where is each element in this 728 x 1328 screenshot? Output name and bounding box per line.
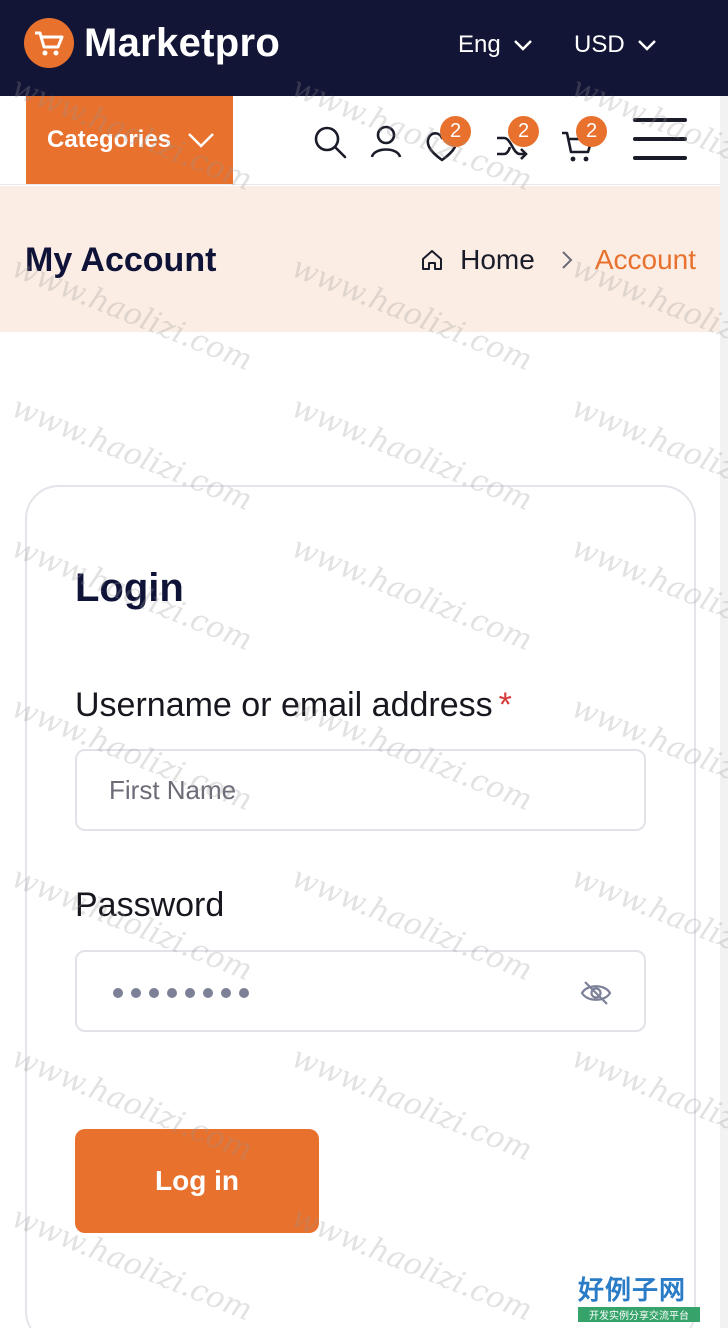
cart-count-badge: 2 — [576, 116, 607, 147]
username-label: Username or email address * — [75, 686, 512, 725]
username-label-text: Username or email address — [75, 686, 493, 724]
corner-brand: 好例子网 — [578, 1275, 687, 1305]
eye-slash-icon[interactable] — [580, 979, 612, 1007]
page-title: My Account — [25, 241, 217, 279]
currency-value: USD — [574, 31, 625, 58]
language-value: Eng — [458, 31, 501, 58]
wishlist-count-badge: 2 — [440, 116, 471, 147]
home-icon — [422, 250, 443, 270]
breadcrumb-current: Account — [594, 244, 696, 275]
hamburger-menu-icon[interactable] — [633, 118, 687, 160]
language-select[interactable]: Eng — [458, 31, 533, 59]
currency-select[interactable]: USD — [574, 31, 657, 59]
username-input[interactable] — [77, 751, 644, 829]
password-masked-value — [113, 988, 257, 998]
categories-label: Categories — [47, 126, 172, 153]
password-field[interactable] — [75, 950, 646, 1032]
username-field-box — [75, 749, 646, 831]
chevron-down-icon — [637, 40, 656, 51]
chevron-down-icon — [513, 40, 532, 51]
user-icon[interactable] — [368, 124, 404, 160]
top-bar: Marketpro Eng USD — [0, 0, 728, 96]
login-title: Login — [75, 566, 184, 610]
nav-bar: Categories — [0, 96, 720, 185]
breadcrumb: Home Account — [420, 244, 696, 276]
brand-logo[interactable]: Marketpro — [24, 18, 280, 68]
breadcrumb-banner: My Account Home Account — [0, 186, 720, 332]
chevron-right-icon — [562, 251, 573, 269]
breadcrumb-home-link[interactable]: Home — [460, 244, 535, 276]
chevron-down-icon — [188, 133, 214, 148]
corner-subtitle: 开发实例分享交流平台 — [578, 1307, 700, 1322]
compare-count-badge: 2 — [508, 116, 539, 147]
brand-name: Marketpro — [84, 20, 281, 65]
search-icon[interactable] — [312, 124, 348, 160]
cart-logo-icon — [24, 18, 74, 68]
required-mark: * — [498, 686, 512, 724]
login-button[interactable]: Log in — [75, 1129, 319, 1233]
categories-button[interactable]: Categories — [26, 96, 233, 184]
corner-watermark-logo: 好例子网 开发实例分享交流平台 — [578, 1270, 700, 1322]
password-label: Password — [75, 886, 225, 924]
scrollbar-track[interactable] — [720, 96, 728, 1328]
